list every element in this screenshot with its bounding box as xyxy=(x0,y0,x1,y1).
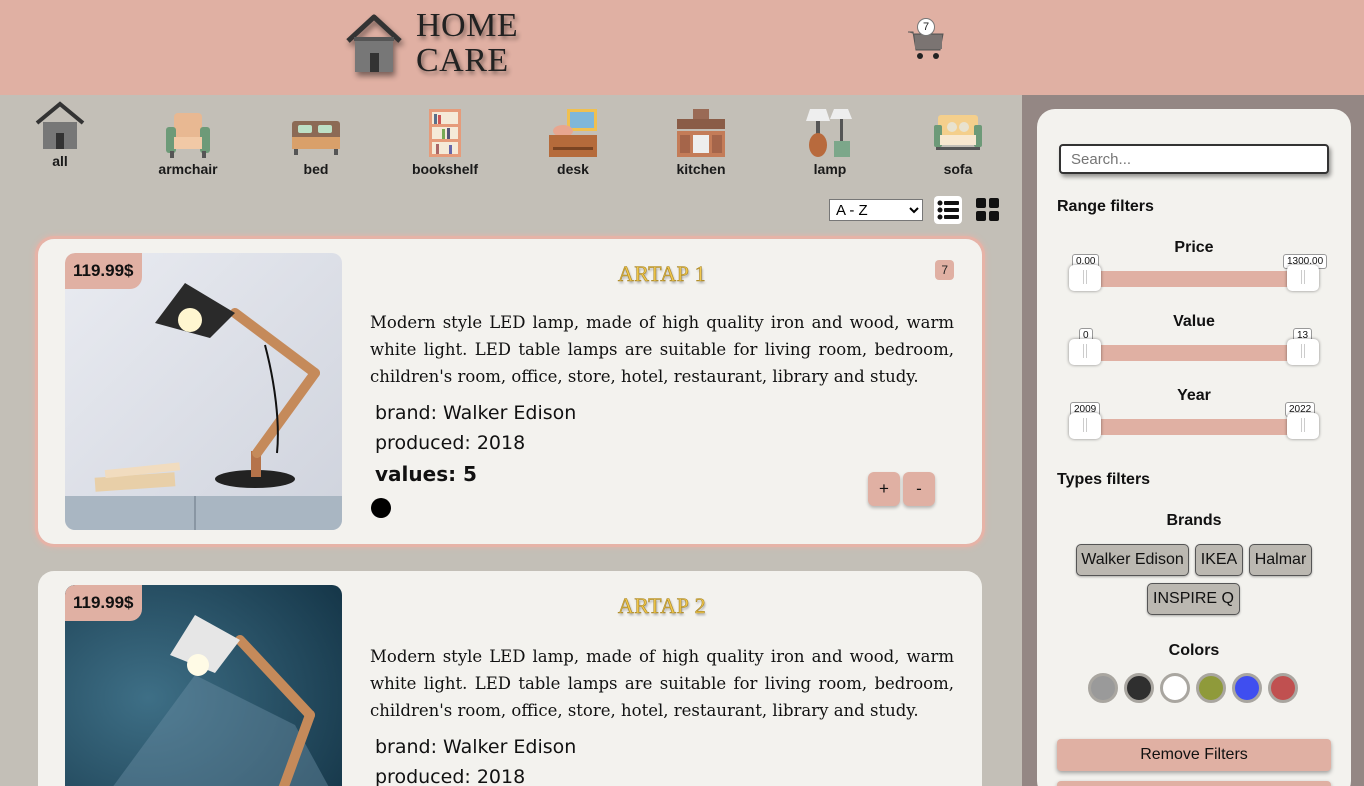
product-image: 119.99$ xyxy=(65,253,342,530)
product-title: ARTAP 1 xyxy=(617,261,707,287)
brand-button-inspire-q[interactable]: INSPIRE Q xyxy=(1147,583,1240,615)
year-min-handle[interactable] xyxy=(1069,413,1101,439)
product-title: ARTAP 2 xyxy=(617,593,707,619)
logo-line-2: CARE xyxy=(416,42,509,79)
category-label: armchair xyxy=(158,161,218,177)
category-kitchen[interactable]: kitchen xyxy=(651,107,751,177)
kitchen-icon xyxy=(677,109,725,157)
sofa-icon xyxy=(934,115,982,150)
product-image: 119.99$ xyxy=(65,585,342,786)
range-filters-title: Range filters xyxy=(1057,198,1154,215)
brands-title: Brands xyxy=(1166,512,1222,529)
bed-icon xyxy=(292,121,340,155)
price-tag: 119.99$ xyxy=(65,585,142,621)
category-label: lamp xyxy=(813,161,847,177)
price-range-track[interactable] xyxy=(1084,271,1318,287)
secondary-action-button[interactable] xyxy=(1057,781,1331,786)
grid-view-button[interactable] xyxy=(974,196,1002,224)
house-icon xyxy=(344,11,404,75)
value-max-handle[interactable] xyxy=(1287,339,1319,365)
desk-icon xyxy=(549,109,597,157)
remove-button[interactable]: - xyxy=(903,472,935,506)
logo[interactable]: HOME CARE xyxy=(344,8,518,78)
cart-count-badge: 7 xyxy=(917,18,935,36)
color-swatch-red[interactable] xyxy=(1268,673,1298,703)
color-swatch-blue[interactable] xyxy=(1232,673,1262,703)
color-swatch-white[interactable] xyxy=(1160,673,1190,703)
product-description: Modern style LED lamp, made of high qual… xyxy=(370,647,954,720)
types-filters-title: Types filters xyxy=(1057,471,1151,488)
cart-button[interactable]: 7 xyxy=(906,18,946,60)
category-lamp[interactable]: lamp xyxy=(780,107,880,177)
color-swatch-olive[interactable] xyxy=(1196,673,1226,703)
category-armchair[interactable]: armchair xyxy=(138,107,238,177)
brand-button-walker-edison[interactable]: Walker Edison xyxy=(1076,544,1189,576)
add-button[interactable]: + xyxy=(868,472,900,506)
list-icon xyxy=(937,200,959,220)
category-label: all xyxy=(52,153,68,169)
category-desk[interactable]: desk xyxy=(523,107,623,177)
product-description: Modern style LED lamp, made of high qual… xyxy=(370,313,954,386)
stock-badge: 7 xyxy=(935,260,954,280)
product-card[interactable]: 119.99$ ARTAP 2 Modern style LED lamp, m… xyxy=(38,571,982,786)
colors-title: Colors xyxy=(1168,642,1220,659)
category-bar: all armchair bed bookshelf desk kitchen … xyxy=(0,95,1022,190)
lamp-icon xyxy=(806,109,852,157)
category-label: bookshelf xyxy=(411,161,479,177)
remove-filters-button[interactable]: Remove Filters xyxy=(1057,739,1331,771)
value-min-handle[interactable] xyxy=(1069,339,1101,365)
category-sofa[interactable]: sofa xyxy=(908,107,1008,177)
logo-line-1: HOME xyxy=(416,7,519,44)
house-icon xyxy=(35,101,85,149)
product-brand: brand: Walker Edison xyxy=(375,402,577,424)
armchair-icon xyxy=(166,113,210,158)
category-label: kitchen xyxy=(676,161,726,177)
color-swatch-gray[interactable] xyxy=(1088,673,1118,703)
value-range-track[interactable] xyxy=(1084,345,1318,361)
price-min-handle[interactable] xyxy=(1069,265,1101,291)
category-bookshelf[interactable]: bookshelf xyxy=(395,107,495,177)
category-all[interactable]: all xyxy=(10,101,110,169)
filter-sidebar: Range filters Price 0.00 1300.00 Value 0… xyxy=(1037,109,1351,786)
bookshelf-icon xyxy=(429,109,461,157)
category-label: sofa xyxy=(943,161,973,177)
year-max-handle[interactable] xyxy=(1287,413,1319,439)
product-values: values: 5 xyxy=(375,462,477,486)
color-swatch-black[interactable] xyxy=(1124,673,1154,703)
year-range-track[interactable] xyxy=(1084,419,1318,435)
product-color-dot xyxy=(371,498,391,518)
category-label: desk xyxy=(557,161,589,177)
category-bed[interactable]: bed xyxy=(266,107,366,177)
list-view-button[interactable] xyxy=(934,196,962,224)
brand-button-ikea[interactable]: IKEA xyxy=(1195,544,1243,576)
product-card[interactable]: 119.99$ ARTAP 1 7 Modern style LED lamp,… xyxy=(38,239,982,544)
product-year: produced: 2018 xyxy=(375,432,526,454)
header: HOME CARE 7 xyxy=(0,0,1364,95)
search-input[interactable] xyxy=(1059,144,1329,174)
price-max-handle[interactable] xyxy=(1287,265,1319,291)
price-tag: 119.99$ xyxy=(65,253,142,289)
brand-button-halmar[interactable]: Halmar xyxy=(1249,544,1312,576)
category-label: bed xyxy=(303,161,329,177)
grid-icon xyxy=(976,198,999,221)
product-year: produced: 2018 xyxy=(375,766,526,786)
sort-select[interactable]: A - Z xyxy=(829,199,923,221)
product-brand: brand: Walker Edison xyxy=(375,736,577,758)
